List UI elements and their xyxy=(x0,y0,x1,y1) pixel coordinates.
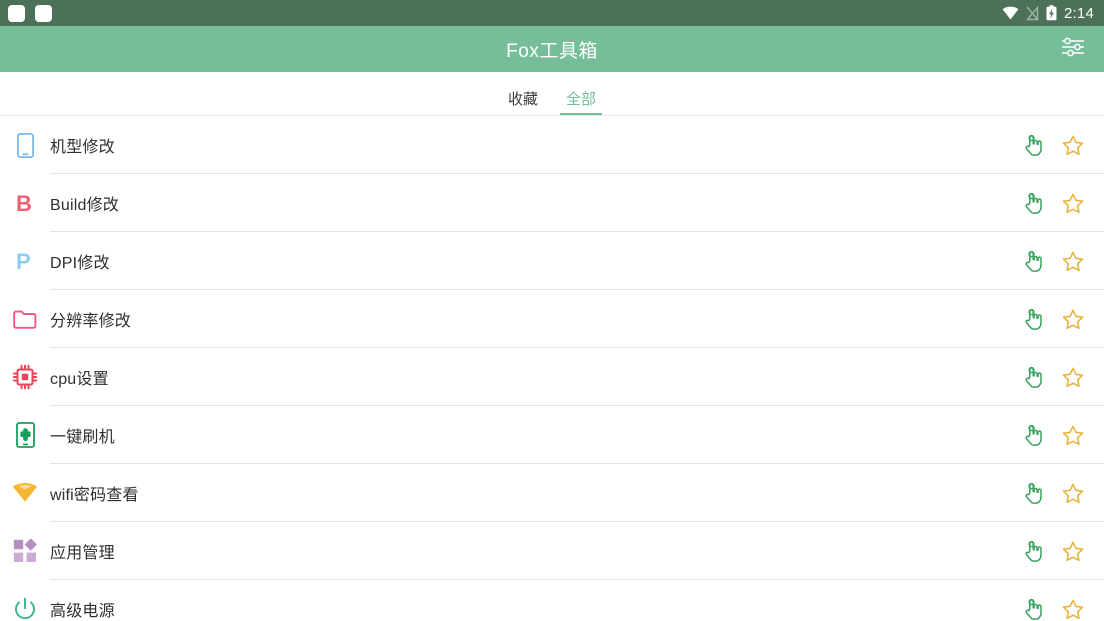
tool-list: 机型修改 B Build修改 P DPI修改 分辨率修改 cpu设置 一键刷机 … xyxy=(0,116,1104,621)
battery-charging-icon xyxy=(1046,5,1057,21)
tune-icon xyxy=(1061,36,1085,63)
list-item-label: DPI修改 xyxy=(50,255,110,272)
list-item-label: 分辨率修改 xyxy=(50,313,132,330)
list-item-actions xyxy=(1018,594,1104,621)
letter-p-icon: P xyxy=(12,248,38,274)
create-shortcut-button[interactable] xyxy=(1018,536,1048,566)
list-item-label: 机型修改 xyxy=(50,139,115,156)
app-bar: Fox工具箱 xyxy=(0,26,1104,72)
status-bar-system-icons: 2:14 xyxy=(1002,5,1094,21)
list-item[interactable]: wifi密码查看 xyxy=(0,464,1104,522)
list-item-label: 高级电源 xyxy=(50,603,115,620)
tabs-wrapper: 收藏 全部 xyxy=(494,92,610,116)
list-item-actions xyxy=(1018,362,1104,392)
list-item[interactable]: 分辨率修改 xyxy=(0,290,1104,348)
apps-grid-icon xyxy=(12,538,38,564)
create-shortcut-button[interactable] xyxy=(1018,130,1048,160)
tab-favorites[interactable]: 收藏 xyxy=(494,92,552,116)
favorite-button[interactable] xyxy=(1058,130,1088,160)
list-item-actions xyxy=(1018,478,1104,508)
list-item-actions xyxy=(1018,130,1104,160)
list-item[interactable]: 应用管理 xyxy=(0,522,1104,580)
star-outline-icon xyxy=(1062,599,1084,620)
favorite-button[interactable] xyxy=(1058,536,1088,566)
tab-bar: 收藏 全部 xyxy=(0,72,1104,116)
touch-hand-icon xyxy=(1023,540,1043,562)
favorite-button[interactable] xyxy=(1058,594,1088,621)
favorite-button[interactable] xyxy=(1058,478,1088,508)
letter-b-icon: B xyxy=(12,190,38,216)
list-item-actions xyxy=(1018,420,1104,450)
page-title: Fox工具箱 xyxy=(506,40,598,62)
svg-text:P: P xyxy=(16,249,31,273)
list-item-label: 应用管理 xyxy=(50,545,115,562)
power-icon xyxy=(12,596,38,621)
notification-square-icon xyxy=(8,4,25,22)
tab-favorites-label: 收藏 xyxy=(507,91,538,108)
settings-button[interactable] xyxy=(1056,32,1090,66)
star-outline-icon xyxy=(1062,483,1084,504)
list-item-actions xyxy=(1018,304,1104,334)
cpu-chip-icon xyxy=(12,364,38,390)
svg-text:B: B xyxy=(16,191,32,215)
list-item-label: wifi密码查看 xyxy=(50,487,139,504)
list-item-label: cpu设置 xyxy=(50,371,109,388)
star-outline-icon xyxy=(1062,367,1084,388)
touch-hand-icon xyxy=(1023,366,1043,388)
star-outline-icon xyxy=(1062,541,1084,562)
status-bar-notifications xyxy=(8,4,52,22)
status-bar-clock: 2:14 xyxy=(1064,4,1094,22)
list-item-actions xyxy=(1018,536,1104,566)
phone-icon xyxy=(12,132,38,158)
list-item-actions xyxy=(1018,188,1104,218)
list-item-label: 一键刷机 xyxy=(50,429,115,446)
create-shortcut-button[interactable] xyxy=(1018,594,1048,621)
app-bar-actions xyxy=(1056,32,1090,66)
star-outline-icon xyxy=(1062,251,1084,272)
list-item[interactable]: 一键刷机 xyxy=(0,406,1104,464)
create-shortcut-button[interactable] xyxy=(1018,304,1048,334)
folder-outline-icon xyxy=(12,306,38,332)
list-item-label: Build修改 xyxy=(50,197,119,214)
touch-hand-icon xyxy=(1023,134,1043,156)
wifi-triangle-icon xyxy=(12,480,38,506)
favorite-button[interactable] xyxy=(1058,420,1088,450)
favorite-button[interactable] xyxy=(1058,188,1088,218)
touch-hand-icon xyxy=(1023,192,1043,214)
notification-square-icon xyxy=(35,4,52,22)
wifi-icon xyxy=(1002,6,1019,20)
star-outline-icon xyxy=(1062,309,1084,330)
create-shortcut-button[interactable] xyxy=(1018,420,1048,450)
star-outline-icon xyxy=(1062,425,1084,446)
touch-hand-icon xyxy=(1023,308,1043,330)
tab-all[interactable]: 全部 xyxy=(552,92,610,116)
favorite-button[interactable] xyxy=(1058,362,1088,392)
create-shortcut-button[interactable] xyxy=(1018,362,1048,392)
tab-all-label: 全部 xyxy=(566,91,597,108)
list-item[interactable]: P DPI修改 xyxy=(0,232,1104,290)
touch-hand-icon xyxy=(1023,250,1043,272)
star-outline-icon xyxy=(1062,193,1084,214)
list-item[interactable]: 高级电源 xyxy=(0,580,1104,621)
favorite-button[interactable] xyxy=(1058,246,1088,276)
list-item[interactable]: B Build修改 xyxy=(0,174,1104,232)
favorite-button[interactable] xyxy=(1058,304,1088,334)
touch-hand-icon xyxy=(1023,598,1043,620)
signal-off-icon xyxy=(1026,5,1039,21)
touch-hand-icon xyxy=(1023,424,1043,446)
create-shortcut-button[interactable] xyxy=(1018,246,1048,276)
create-shortcut-button[interactable] xyxy=(1018,478,1048,508)
list-item-actions xyxy=(1018,246,1104,276)
list-item[interactable]: cpu设置 xyxy=(0,348,1104,406)
list-item[interactable]: 机型修改 xyxy=(0,116,1104,174)
touch-hand-icon xyxy=(1023,482,1043,504)
create-shortcut-button[interactable] xyxy=(1018,188,1048,218)
phone-flash-icon xyxy=(12,422,38,448)
status-bar: 2:14 xyxy=(0,0,1104,26)
star-outline-icon xyxy=(1062,135,1084,156)
